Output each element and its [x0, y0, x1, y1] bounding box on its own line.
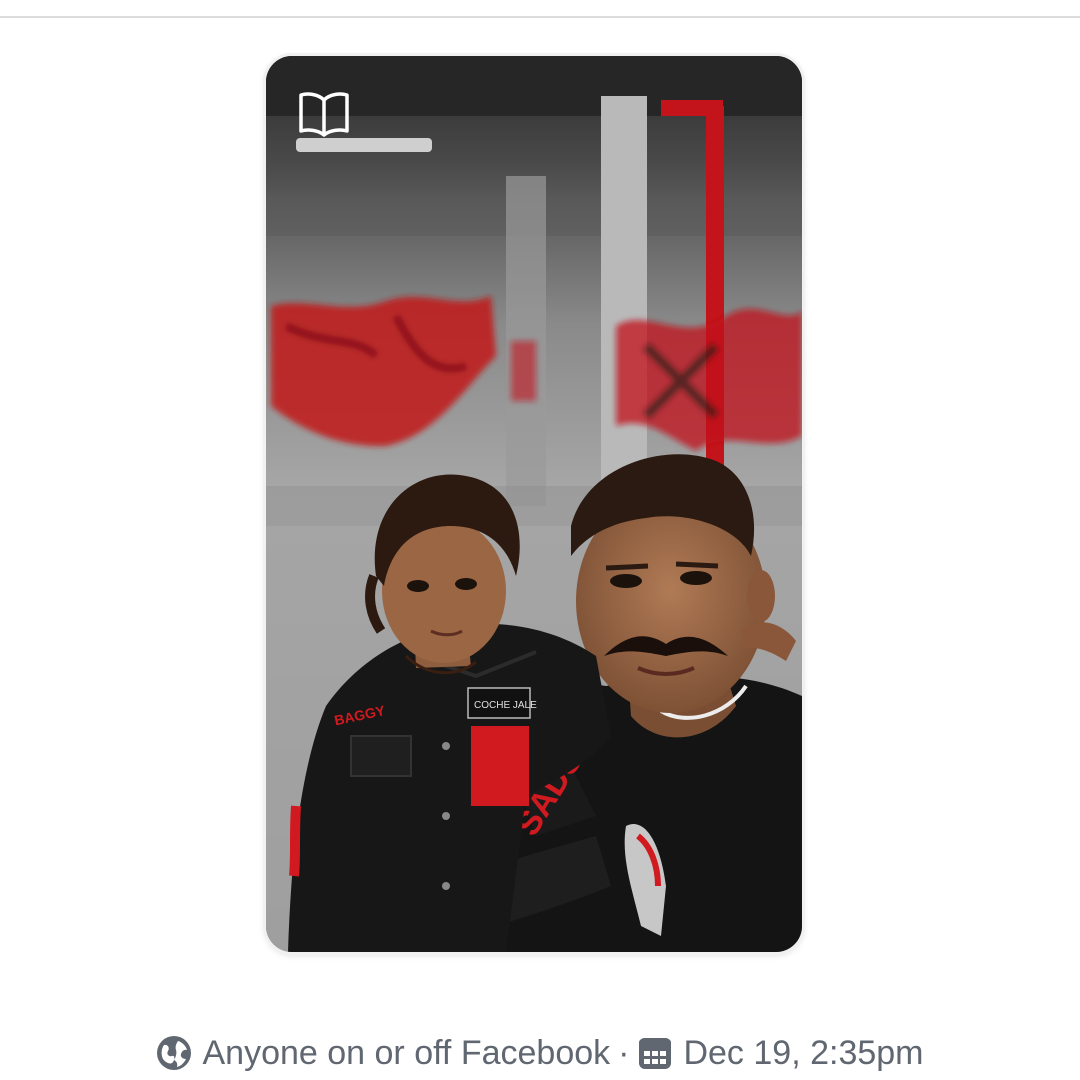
top-divider [0, 16, 1080, 18]
separator: · [618, 1033, 630, 1072]
calendar-icon [639, 1038, 672, 1069]
story-card[interactable]: SADS COCHE JALE BAGGY [266, 56, 802, 952]
story-photo[interactable]: SADS COCHE JALE BAGGY [266, 56, 802, 952]
post-timestamp[interactable]: Dec 19, 2:35pm [683, 1034, 923, 1073]
post-meta: Anyone on or off Facebook · Dec 19, 2:35… [0, 1030, 1080, 1076]
svg-text:COCHE JALE: COCHE JALE [474, 700, 537, 711]
globe-icon[interactable] [156, 1035, 192, 1071]
audience-label[interactable]: Anyone on or off Facebook [202, 1034, 610, 1073]
open-book-icon [299, 92, 349, 137]
